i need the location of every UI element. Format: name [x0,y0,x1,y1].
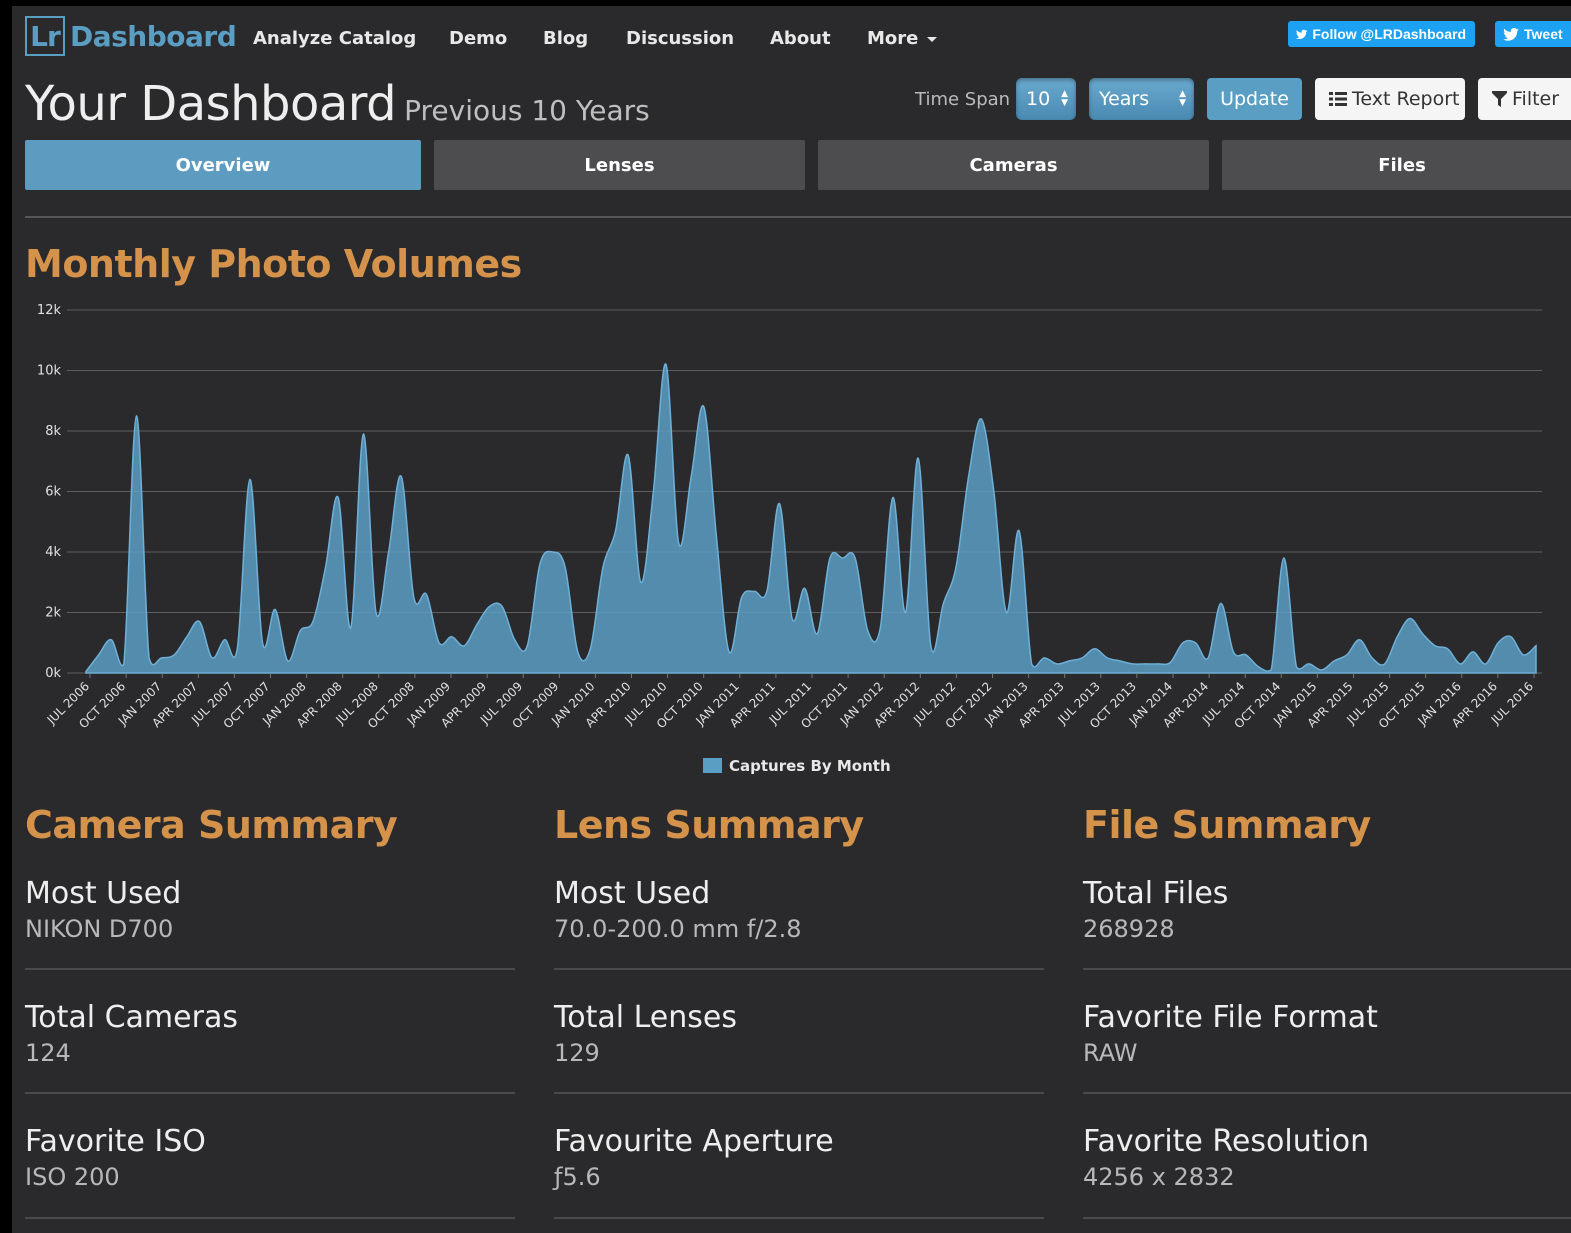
stat-label: Favorite ISO [25,1124,206,1159]
camera-total: Total Cameras 124 [25,1000,515,1067]
nav-more-dropdown[interactable]: More [867,28,938,49]
time-span-unit-select[interactable]: Years ▲ ▼ [1089,78,1194,120]
stat-value: ISO 200 [25,1163,120,1191]
lens-total: Total Lenses 129 [554,1000,1044,1067]
tab-files[interactable]: Files [1222,140,1571,190]
monthly-volume-chart: 0k2k4k6k8k10k12kJUL 2006OCT 2006JAN 2007… [37,303,1542,775]
file-favorite-format: Favorite File Format RAW [1083,1000,1571,1067]
time-span-number-value: 10 [1026,88,1051,110]
captures-area-series [85,363,1537,674]
camera-most-used: Most Used NIKON D700 [25,876,515,943]
stat-label: Most Used [25,876,182,911]
y-tick-label: 6k [45,485,61,500]
caret-down-icon [927,36,938,42]
y-tick-label: 12k [37,303,62,318]
stat-label: Favorite Resolution [1083,1124,1370,1159]
divider [1083,1217,1571,1219]
y-tick-label: 0k [45,666,61,681]
stat-label: Favorite File Format [1083,1000,1378,1035]
twitter-bird-icon [1503,27,1519,41]
follow-twitter-button[interactable]: Follow @LRDashboard [1288,21,1475,47]
stat-label: Total Cameras [25,1000,238,1035]
stat-value: RAW [1083,1039,1138,1067]
divider [554,968,1044,970]
divider [25,968,515,970]
camera-summary-heading: Camera Summary [25,803,398,847]
updown-arrows-icon: ▲ ▼ [1061,89,1068,108]
filter-button[interactable]: Filter [1478,78,1571,120]
chart-heading: Monthly Photo Volumes [25,242,522,286]
time-span-number-select[interactable]: 10 ▲ ▼ [1016,78,1076,120]
text-report-button[interactable]: Text Report [1315,78,1465,120]
page-title: Your Dashboard Previous 10 Years [25,76,650,132]
update-button[interactable]: Update [1207,78,1302,120]
file-favorite-resolution: Favorite Resolution 4256 x 2832 [1083,1124,1571,1191]
stat-value: ƒ5.6 [554,1163,601,1191]
stat-value: 129 [554,1039,600,1067]
stat-value: 70.0-200.0 mm f/2.8 [554,915,802,943]
nav-analyze-catalog[interactable]: Analyze Catalog [253,28,416,49]
nav-discussion[interactable]: Discussion [626,28,734,49]
dashboard-page: Lr Dashboard Analyze Catalog Demo Blog D… [12,6,1571,1233]
divider [554,1092,1044,1094]
lens-summary-heading: Lens Summary [554,803,864,847]
tweet-label: Tweet [1524,26,1563,42]
lens-favourite-aperture: Favourite Aperture ƒ5.6 [554,1124,1044,1191]
nav-blog[interactable]: Blog [543,28,588,49]
page-title-main: Your Dashboard [25,76,397,132]
time-span-label: Time Span [915,89,1011,110]
y-tick-label: 10k [37,364,62,379]
y-tick-label: 8k [45,424,61,439]
tab-overview[interactable]: Overview [25,140,421,190]
divider [1083,1092,1571,1094]
stat-label: Favourite Aperture [554,1124,834,1159]
stat-value: 268928 [1083,915,1175,943]
stat-label: Total Files [1083,876,1229,911]
time-span-unit-value: Years [1099,88,1150,110]
stat-value: 4256 x 2832 [1083,1163,1235,1191]
nav-demo[interactable]: Demo [449,28,507,49]
text-report-label: Text Report [1352,88,1460,110]
lr-logo-icon: Lr [25,16,65,56]
legend-label: Captures By Month [729,757,891,775]
y-tick-label: 2k [45,606,61,621]
brand-logo[interactable]: Lr Dashboard [25,16,237,56]
divider [1083,968,1571,970]
nav-about[interactable]: About [770,28,831,49]
nav-more-label: More [867,28,919,49]
divider [25,1092,515,1094]
legend-swatch [703,758,722,773]
stat-value: NIKON D700 [25,915,174,943]
filter-funnel-icon [1492,91,1507,107]
camera-favorite-iso: Favorite ISO ISO 200 [25,1124,515,1191]
brand-name: Dashboard [70,19,237,53]
file-total: Total Files 268928 [1083,876,1571,943]
follow-label: Follow @LRDashboard [1312,26,1466,42]
stat-value: 124 [25,1039,71,1067]
divider [25,1217,515,1219]
tab-lenses[interactable]: Lenses [434,140,805,190]
stat-label: Total Lenses [554,1000,737,1035]
file-summary-heading: File Summary [1083,803,1371,847]
tab-cameras[interactable]: Cameras [818,140,1209,190]
updown-arrows-icon: ▲ ▼ [1179,89,1186,108]
filter-label: Filter [1512,88,1560,110]
tweet-button[interactable]: Tweet [1495,21,1571,47]
divider [554,1217,1044,1219]
y-tick-label: 4k [45,545,61,560]
page-subtitle: Previous 10 Years [404,94,650,127]
lens-most-used: Most Used 70.0-200.0 mm f/2.8 [554,876,1044,943]
stat-label: Most Used [554,876,711,911]
header-divider [25,216,1571,218]
list-icon [1329,92,1347,106]
twitter-bird-icon [1296,29,1308,39]
